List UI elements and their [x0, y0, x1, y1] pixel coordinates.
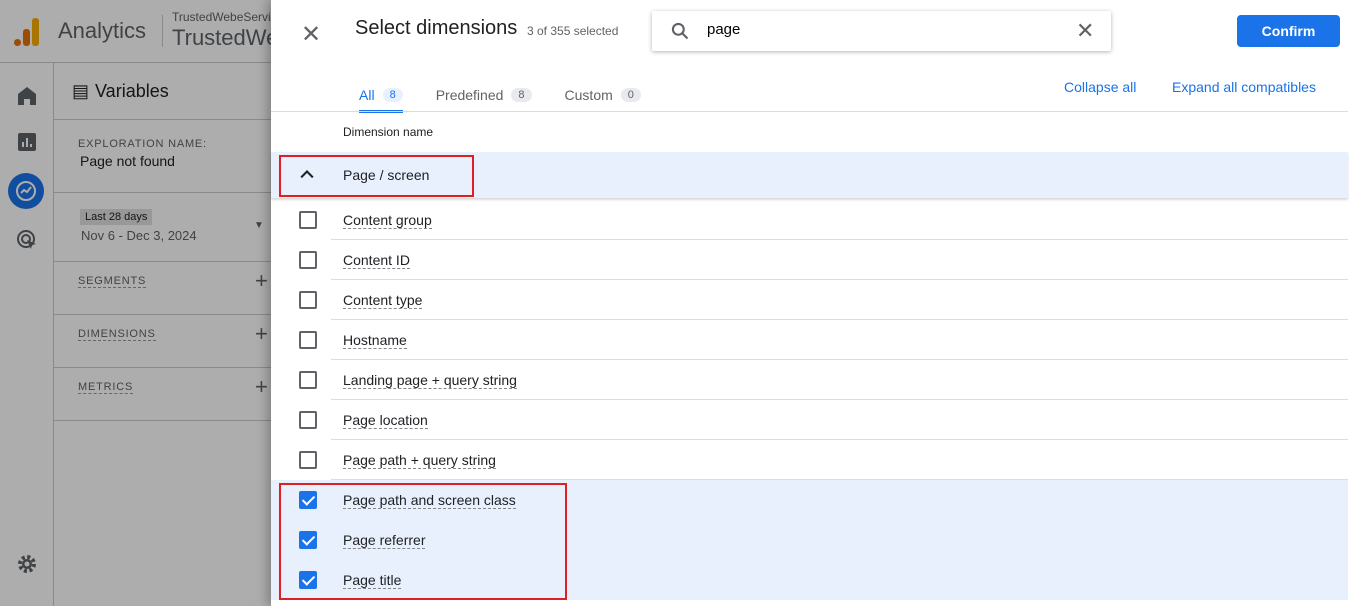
dimension-label: Hostname: [343, 332, 407, 349]
tab-count-badge: 0: [620, 87, 641, 102]
tab-custom[interactable]: Custom 0: [565, 78, 641, 111]
column-header: Dimension name: [343, 125, 434, 139]
modal-scrim: [0, 0, 271, 606]
checkbox[interactable]: [299, 371, 317, 389]
highlight-box: [279, 155, 474, 197]
dimension-label: Landing page + query string: [343, 372, 517, 389]
tab-predefined[interactable]: Predefined 8: [436, 78, 532, 111]
dimension-label: Page path + query string: [343, 452, 496, 469]
close-icon[interactable]: ✕: [301, 20, 321, 49]
select-dimensions-dialog: ✕ Select dimensions 3 of 355 selected ✕ …: [271, 0, 1356, 606]
checkbox[interactable]: [299, 251, 317, 269]
dimension-label: Content group: [343, 212, 432, 229]
tab-all[interactable]: All 8: [359, 78, 403, 113]
checkbox[interactable]: [299, 331, 317, 349]
collapse-all-link[interactable]: Collapse all: [1064, 79, 1136, 95]
checkbox[interactable]: [299, 291, 317, 309]
search-box: ✕: [652, 11, 1111, 51]
expand-all-compatibles-link[interactable]: Expand all compatibles: [1172, 79, 1316, 95]
dimension-row[interactable]: Content ID: [271, 240, 1348, 280]
dimension-tabs: All 8 Predefined 8 Custom 0: [359, 78, 641, 113]
tab-label: Predefined: [435, 86, 504, 103]
dimension-row[interactable]: Landing page + query string: [271, 360, 1348, 400]
tab-label: Custom: [564, 86, 613, 103]
dimension-row[interactable]: Content type: [271, 280, 1348, 320]
tab-count-badge: 8: [511, 87, 532, 102]
confirm-button[interactable]: Confirm: [1237, 15, 1340, 47]
dimension-label: Page location: [343, 412, 428, 429]
dimension-row[interactable]: Page path + query string: [271, 440, 1348, 480]
dimension-row[interactable]: Hostname: [271, 320, 1348, 360]
divider: [271, 111, 1348, 112]
checkbox[interactable]: [299, 211, 317, 229]
checkbox[interactable]: [299, 411, 317, 429]
dimension-row[interactable]: Page location: [271, 400, 1348, 440]
checkbox[interactable]: [299, 451, 317, 469]
dimension-label: Content type: [343, 292, 423, 309]
dimension-row[interactable]: Content group: [271, 200, 1348, 240]
tab-label: All: [359, 86, 375, 103]
dimension-label: Content ID: [343, 252, 410, 269]
search-icon: [671, 22, 689, 40]
selected-count: 3 of 355 selected: [527, 24, 619, 38]
dialog-title: Select dimensions: [355, 17, 518, 39]
search-input[interactable]: [707, 21, 1067, 38]
highlight-box: [279, 483, 567, 600]
tab-count-badge: 8: [382, 87, 403, 102]
clear-search-icon[interactable]: ✕: [1076, 18, 1094, 44]
